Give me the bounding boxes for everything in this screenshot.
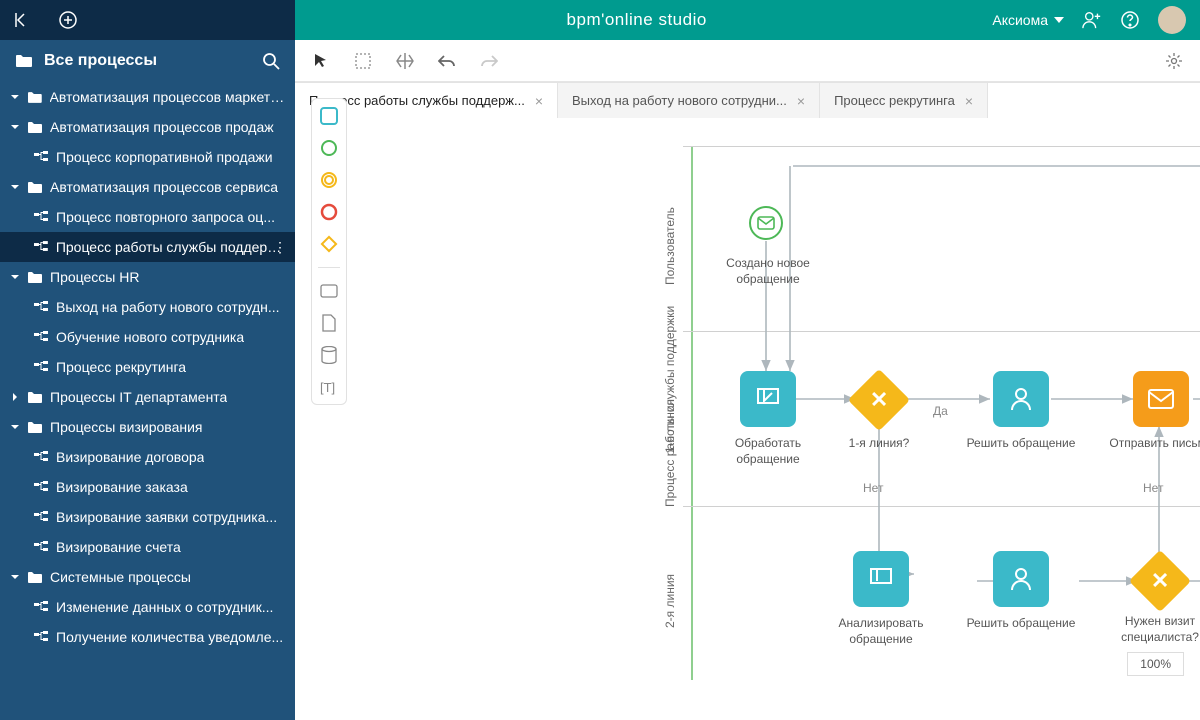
top-bar: bpm'online studio Аксиома: [0, 0, 1200, 40]
lane-label-user: Пользователь: [663, 166, 683, 326]
cap-n7: Решить обращение: [966, 616, 1076, 632]
cap-n3: Отправить письмо: [1106, 436, 1200, 452]
cap-n2: Решить обращение: [966, 436, 1076, 452]
gateway-visit[interactable]: ✕: [1129, 550, 1191, 612]
edge-no: Нет: [863, 481, 883, 495]
pointer-tool-icon[interactable]: [311, 51, 331, 71]
tree-item[interactable]: Процесс повторного запроса оц...: [0, 202, 295, 232]
tree-group[interactable]: Автоматизация процессов сервиса: [0, 172, 295, 202]
pan-tool-icon[interactable]: [395, 51, 415, 71]
help-icon[interactable]: [1120, 10, 1140, 30]
node-send-email[interactable]: [1133, 371, 1189, 427]
palette-intermediate-event-icon[interactable]: [320, 171, 338, 189]
tree-group[interactable]: Автоматизация процессов маркети...: [0, 82, 295, 112]
palette-task-icon[interactable]: [320, 107, 338, 125]
lane-label-l2: 2-я линия: [663, 526, 683, 676]
palette-gateway-icon[interactable]: [320, 235, 338, 253]
svg-text:[T]: [T]: [320, 380, 335, 395]
add-user-icon[interactable]: [1082, 10, 1102, 30]
tree-group[interactable]: Автоматизация процессов продаж: [0, 112, 295, 142]
lasso-tool-icon[interactable]: [353, 51, 373, 71]
toolbar: [295, 40, 1200, 82]
cap-g1: 1-я линия?: [824, 436, 934, 452]
canvas-area: [T] Процесс работы службы поддержки Поль…: [295, 40, 1200, 720]
zoom-indicator[interactable]: 100%: [1127, 652, 1184, 676]
edge-no2: Нет: [1143, 481, 1163, 495]
org-selector[interactable]: Аксиома: [992, 12, 1064, 28]
add-process-icon[interactable]: [58, 10, 78, 30]
palette-container-icon[interactable]: [320, 282, 338, 300]
tree-item[interactable]: Получение количества уведомле...: [0, 622, 295, 652]
bpmn-diagram[interactable]: Процесс работы службы поддержки Пользова…: [363, 96, 1200, 680]
undo-icon[interactable]: [437, 51, 457, 71]
node-analyze[interactable]: [853, 551, 909, 607]
tree-item[interactable]: Визирование договора: [0, 442, 295, 472]
process-tree: Автоматизация процессов маркети...Автома…: [0, 82, 295, 662]
tree-item[interactable]: Визирование счета: [0, 532, 295, 562]
settings-icon[interactable]: [1164, 51, 1184, 71]
node-resolve-1[interactable]: [993, 371, 1049, 427]
palette-datastore-icon[interactable]: [320, 346, 338, 364]
folder-icon: [14, 51, 34, 71]
palette-document-icon[interactable]: [320, 314, 338, 332]
user-avatar[interactable]: [1158, 6, 1186, 34]
redo-icon[interactable]: [479, 51, 499, 71]
tree-group[interactable]: Процессы HR: [0, 262, 295, 292]
cap-n6: Анализировать обращение: [826, 616, 936, 647]
lane-label-l1: 1-я линия: [663, 351, 683, 501]
tree-item[interactable]: Процесс работы службы поддерж...⋮: [0, 232, 295, 262]
tree-item[interactable]: Обучение нового сотрудника: [0, 322, 295, 352]
search-icon[interactable]: [261, 51, 281, 71]
tree-group[interactable]: Процессы визирования: [0, 412, 295, 442]
tree-item[interactable]: Визирование заказа: [0, 472, 295, 502]
start-event[interactable]: [749, 206, 783, 240]
top-left: [0, 0, 295, 40]
tree-item[interactable]: Процесс корпоративной продажи: [0, 142, 295, 172]
tree-item[interactable]: Процесс рекрутинга: [0, 352, 295, 382]
gateway-line1[interactable]: ✕: [848, 369, 910, 431]
edge-yes: Да: [933, 404, 948, 418]
node-process-request[interactable]: [740, 371, 796, 427]
node-resolve-2[interactable]: [993, 551, 1049, 607]
cap-n1: Обработать обращение: [713, 436, 823, 467]
tree-group[interactable]: Процессы IT департамента: [0, 382, 295, 412]
start-caption: Создано новое обращение: [713, 256, 823, 287]
brand-title: bpm'online studio: [295, 10, 978, 30]
sidebar-header: Все процессы: [0, 40, 295, 82]
sidebar-title: Все процессы: [44, 52, 157, 70]
palette-text-annotation-icon[interactable]: [T]: [320, 378, 338, 396]
palette-end-event-icon[interactable]: [320, 203, 338, 221]
org-name: Аксиома: [992, 12, 1048, 28]
tree-item[interactable]: Выход на работу нового сотрудн...: [0, 292, 295, 322]
tree-item[interactable]: Изменение данных о сотрудник...: [0, 592, 295, 622]
tree-group[interactable]: Системные процессы: [0, 562, 295, 592]
menu-toggle-icon[interactable]: [12, 10, 32, 30]
palette-start-event-icon[interactable]: [320, 139, 338, 157]
element-palette: [T]: [311, 98, 347, 405]
sidebar: Все процессы Автоматизация процессов мар…: [0, 40, 295, 720]
tree-item[interactable]: Визирование заявки сотрудника...: [0, 502, 295, 532]
cap-g3: Нужен визит специалиста?: [1105, 614, 1200, 645]
